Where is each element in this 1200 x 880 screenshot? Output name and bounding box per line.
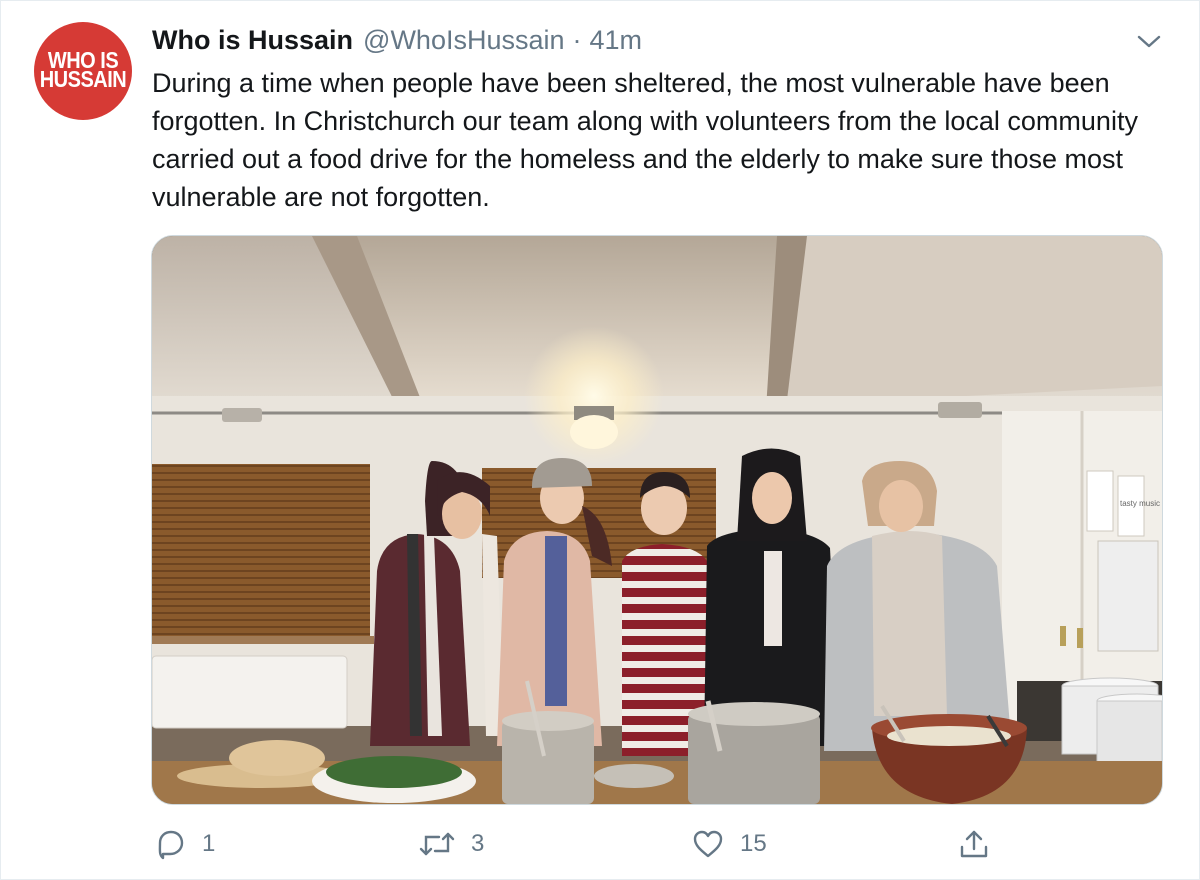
separator-dot: · — [572, 25, 582, 55]
like-count: 15 — [740, 830, 767, 857]
more-options-button[interactable] — [1135, 32, 1163, 52]
retweet-icon — [419, 832, 455, 856]
reply-icon — [158, 830, 184, 860]
chevron-down-icon — [1137, 35, 1161, 48]
tweet-header: Who is Hussain @WhoIsHussain · 41m — [152, 25, 642, 59]
share-button[interactable] — [956, 826, 992, 862]
timestamp[interactable]: 41m — [590, 25, 643, 56]
retweet-button[interactable]: 3 — [417, 826, 484, 862]
tweet-actions: 1 3 15 — [0, 818, 1200, 868]
like-button[interactable]: 15 — [690, 826, 767, 862]
reply-button[interactable]: 1 — [152, 826, 215, 862]
photo-volunteers-food-drive: tasty music — [152, 236, 1162, 804]
wall-notice-text: tasty music — [1120, 499, 1160, 508]
retweet-count: 3 — [471, 830, 485, 857]
heart-icon — [693, 830, 723, 858]
tweet-text: During a time when people have been shel… — [152, 68, 1138, 212]
user-handle[interactable]: @WhoIsHussain — [363, 25, 564, 56]
tweet-photo[interactable]: tasty music — [151, 235, 1163, 805]
share-icon — [960, 830, 988, 858]
display-name[interactable]: Who is Hussain — [152, 25, 353, 56]
avatar-text-line2: HUSSAIN — [39, 67, 127, 93]
avatar[interactable]: WHO IS HUSSAIN — [34, 22, 132, 120]
reply-count: 1 — [202, 830, 216, 857]
